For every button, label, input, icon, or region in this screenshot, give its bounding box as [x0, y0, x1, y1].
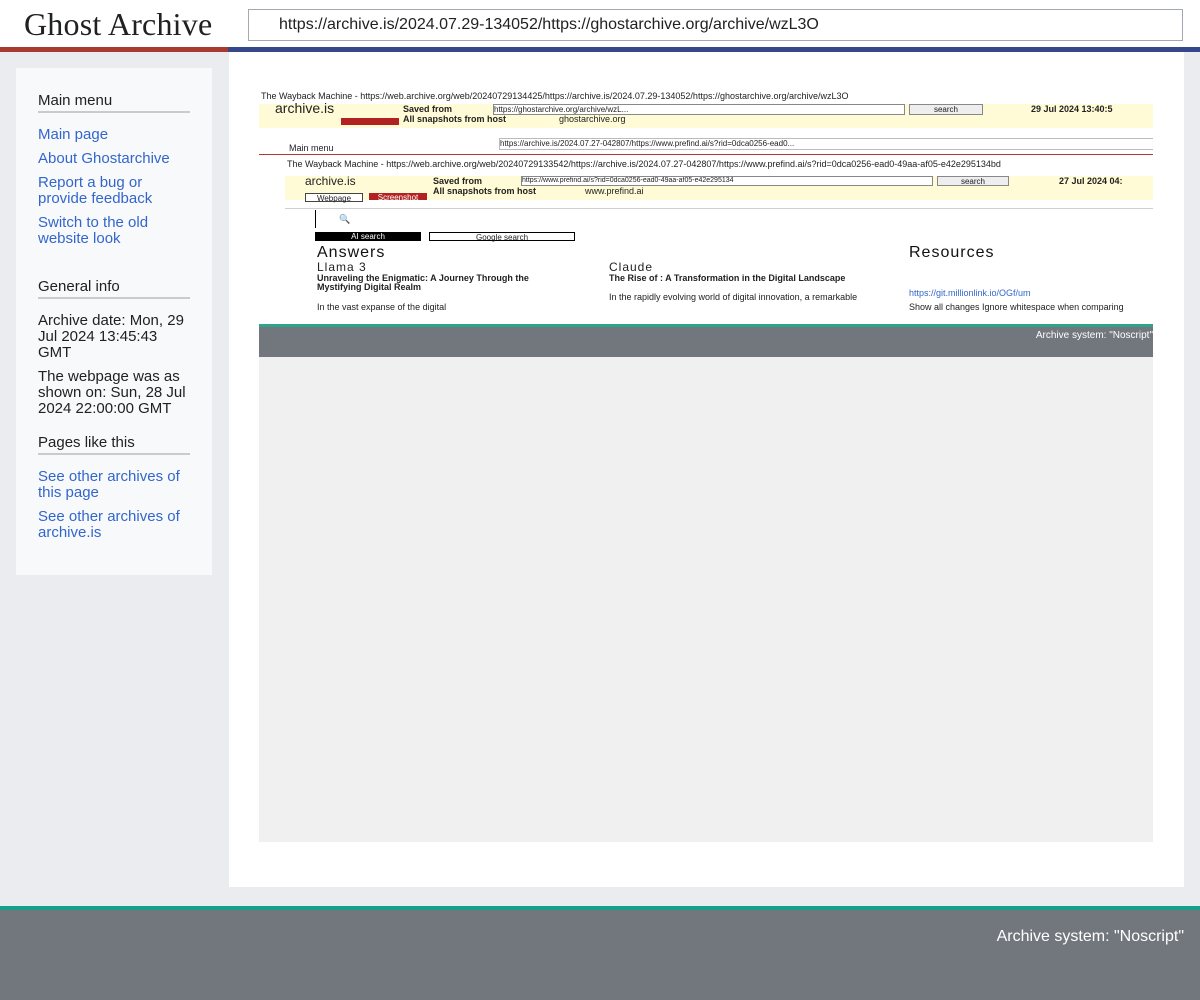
snapshot-date-2: 27 Jul 2024 04: — [1059, 176, 1123, 186]
archive-logo-1: archive.is — [275, 100, 335, 116]
resources-link: https://git.millionlink.io/OGf/um — [909, 288, 1031, 298]
site-footer: Archive system: "Noscript" — [0, 910, 1200, 1000]
host-2: www.prefind.ai — [585, 186, 644, 196]
llama-label: Llama 3 — [317, 260, 367, 274]
screenshot-tab: Screenshot — [369, 193, 427, 202]
wayback-line-1: The Wayback Machine - https://web.archiv… — [261, 92, 849, 101]
site-header: Ghost Archive — [0, 0, 1200, 52]
logo-accent-bar — [0, 47, 228, 52]
inner-url-field: https://archive.is/2024.07.27-042807/htt… — [499, 138, 1153, 150]
about-link[interactable]: About Ghostarchive — [38, 151, 190, 167]
other-archives-site-link[interactable]: See other archives of archive.is — [38, 509, 190, 541]
archive-date: Archive date: Mon, 29 Jul 2024 13:45:43 … — [38, 312, 184, 361]
saved-from-url-2: https://www.prefind.ai/s?rid=0dca0256-ea… — [521, 176, 933, 186]
wayback-line-2: The Wayback Machine - https://web.archiv… — [287, 159, 1001, 169]
claude-headline: The Rise of : A Transformation in the Di… — [609, 273, 846, 283]
search-button-2: search — [937, 176, 1009, 186]
host-1: ghostarchive.org — [559, 114, 626, 124]
old-look-link[interactable]: Switch to the old website look — [38, 215, 190, 247]
main-menu-title: Main menu — [38, 92, 190, 113]
archived-screenshot: The Wayback Machine - https://web.archiv… — [259, 92, 1153, 327]
inner-footer-text: Archive system: "Noscript" — [1035, 330, 1153, 341]
llama-snippet: In the vast expanse of the digital — [317, 302, 447, 312]
inner-rule-2 — [285, 208, 1153, 209]
report-bug-link[interactable]: Report a bug or provide feedback — [38, 175, 190, 207]
shown-on-date: The webpage was as shown on: Sun, 28 Jul… — [38, 368, 186, 417]
general-info-title: General info — [38, 278, 190, 299]
all-snapshots-1: All snapshots from host — [403, 114, 507, 124]
ai-search-button: AI search — [315, 232, 421, 241]
screenshot-tab-1 — [341, 118, 399, 125]
webpage-tab: Webpage — [305, 193, 363, 203]
url-input[interactable] — [248, 9, 1183, 41]
llama-headline: Unraveling the Enigmatic: A Journey Thro… — [317, 273, 529, 292]
inner-header-rule — [259, 154, 1153, 155]
main-menu-section: Main menu Main page About Ghostarchive R… — [38, 92, 190, 255]
archive-logo-2: archive.is — [305, 174, 356, 188]
main-page-link[interactable]: Main page — [38, 127, 190, 143]
archive-system-text: Archive system: "Noscript" — [996, 928, 1184, 945]
site-logo[interactable]: Ghost Archive — [24, 6, 212, 43]
claude-snippet: In the rapidly evolving world of digital… — [609, 292, 858, 302]
pages-like-this-title: Pages like this — [38, 434, 190, 455]
resources-title: Resources — [909, 244, 995, 261]
ignore-whitespace: Show all changes Ignore whitespace when … — [909, 302, 1124, 312]
search-button-1: search — [909, 104, 983, 115]
other-archives-page-link[interactable]: See other archives of this page — [38, 469, 190, 501]
claude-label: Claude — [609, 260, 654, 274]
pages-like-this-section: Pages like this See other archives of th… — [38, 434, 190, 549]
archive-frame[interactable]: The Wayback Machine - https://web.archiv… — [259, 92, 1153, 842]
inner-footer: Archive system: "Noscript" — [259, 327, 1153, 357]
sidebar: Main menu Main page About Ghostarchive R… — [16, 68, 212, 575]
search-caret — [315, 210, 316, 228]
saved-from-label-2: Saved from — [433, 176, 483, 186]
saved-from-url-1: https://ghostarchive.org/archive/wzL... — [493, 104, 905, 115]
inner-main-menu: Main menu — [289, 143, 334, 153]
main-content: The Wayback Machine - https://web.archiv… — [229, 52, 1184, 887]
all-snapshots-2: All snapshots from host — [433, 186, 537, 196]
saved-from-label-1: Saved from — [403, 104, 453, 114]
google-search-button: Google search — [429, 232, 575, 242]
snapshot-date-1: 29 Jul 2024 13:40:5 — [1031, 104, 1113, 114]
general-info-section: General info Archive date: Mon, 29 Jul 2… — [38, 278, 190, 425]
search-glass-icon: 🔍 — [339, 214, 351, 224]
